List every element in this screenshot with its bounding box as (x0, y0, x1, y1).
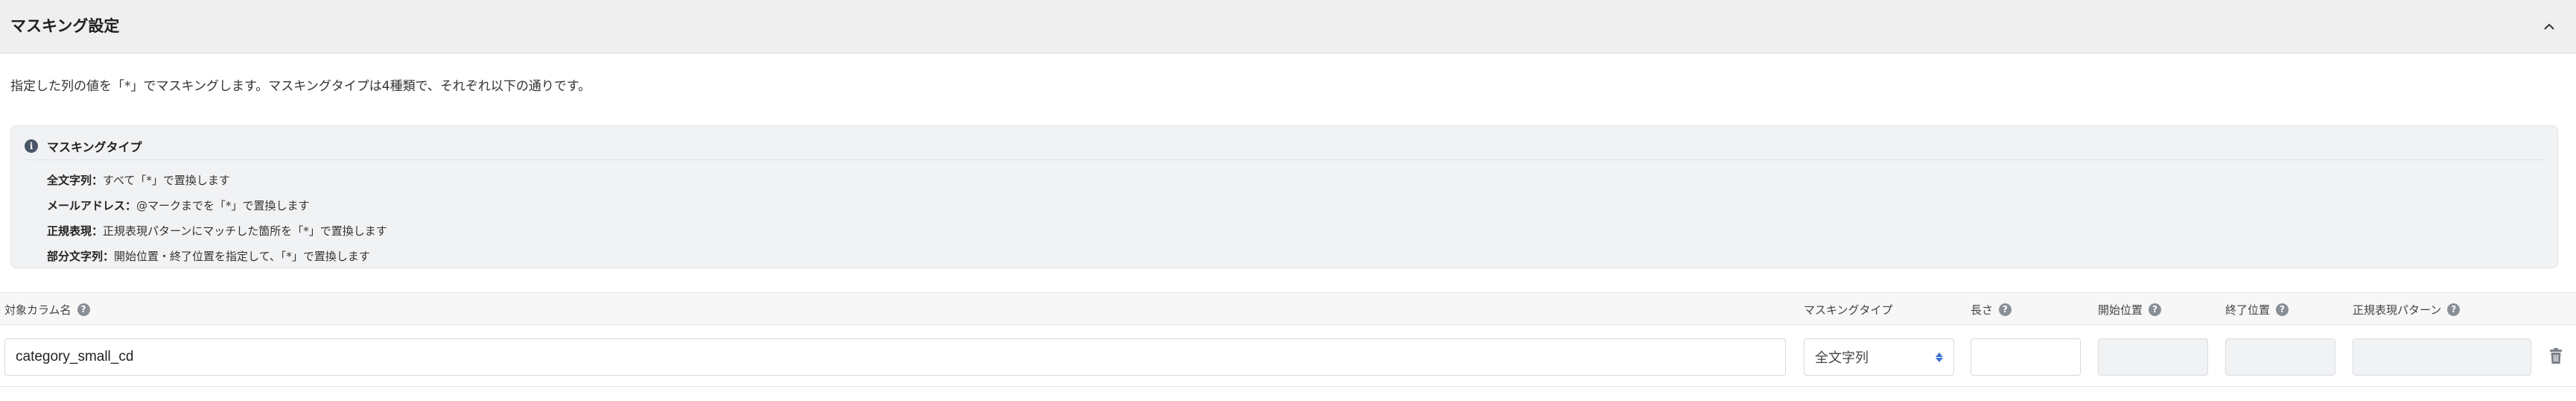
panel-header: マスキング設定 (0, 0, 2576, 54)
header-column-name-label: 対象カラム名 (4, 303, 71, 317)
description-text: 指定した列の値を「*」でマスキングします。マスキングタイプは4種類で、それぞれ以… (10, 79, 591, 94)
masking-type-desc: 正規表現パターンにマッチした箇所を「*」で置換します (103, 224, 387, 238)
header-regex-label: 正規表現パターン (2353, 303, 2442, 317)
header-end: 終了位置 ? (2225, 293, 2289, 326)
masking-type-term: 部分文字列： (47, 250, 115, 263)
help-icon[interactable]: ? (2149, 303, 2162, 316)
mask-type-select[interactable]: 全文字列 (1804, 338, 1954, 376)
chevron-up-icon (2544, 23, 2554, 30)
header-length: 長さ ? (1971, 293, 2012, 326)
length-field[interactable] (1971, 338, 2081, 376)
help-icon[interactable]: ? (77, 303, 90, 316)
end-position-input (2226, 339, 2335, 375)
masking-type-list: 全文字列：すべて「*」で置換します メールアドレス：@マークまでを「*」で置換し… (47, 168, 387, 269)
table-row: 全文字列 (0, 326, 2576, 387)
panel-title: マスキング設定 (10, 17, 120, 35)
masking-type-item: 部分文字列：開始位置・終了位置を指定して、「*」で置換します (47, 244, 387, 269)
delete-row-button[interactable] (2549, 348, 2566, 366)
regex-pattern-field (2353, 338, 2531, 376)
help-icon[interactable]: ? (1999, 303, 2012, 316)
masking-type-item: 正規表現：正規表現パターンにマッチした箇所を「*」で置換します (47, 218, 387, 244)
column-name-input[interactable] (5, 339, 1785, 375)
start-position-input (2099, 339, 2207, 375)
collapse-button[interactable] (2537, 15, 2561, 39)
masking-type-desc: 開始位置・終了位置を指定して、「*」で置換します (114, 250, 370, 263)
length-input[interactable] (1971, 339, 2080, 375)
start-position-field (2098, 338, 2208, 376)
header-length-label: 長さ (1971, 303, 1994, 317)
header-mask-type: マスキングタイプ (1804, 293, 1893, 326)
header-mask-type-label: マスキングタイプ (1804, 303, 1893, 317)
header-regex: 正規表現パターン ? (2353, 293, 2461, 326)
masking-type-desc: @マークまでを「*」で置換します (136, 199, 310, 212)
masking-type-desc: すべて「*」で置換します (103, 174, 230, 187)
masking-type-term: メールアドレス： (47, 199, 137, 212)
column-name-field[interactable] (4, 338, 1786, 376)
header-start-label: 開始位置 (2098, 303, 2143, 317)
help-icon[interactable]: ? (2447, 303, 2461, 316)
trash-icon (2550, 348, 2562, 364)
regex-pattern-input (2353, 339, 2531, 375)
select-arrows-icon (1936, 352, 1943, 362)
info-box-title: マスキングタイプ (47, 139, 142, 154)
masking-type-item: メールアドレス：@マークまでを「*」で置換します (47, 193, 387, 218)
mask-type-selected-value: 全文字列 (1815, 350, 1869, 366)
header-start: 開始位置 ? (2098, 293, 2162, 326)
table-header: 対象カラム名 ? マスキングタイプ 長さ ? 開始位置 ? 終了位置 ? 正規表… (0, 292, 2576, 325)
masking-type-item: 全文字列：すべて「*」で置換します (47, 168, 387, 193)
info-icon: i (25, 139, 38, 153)
masking-type-term: 全文字列： (47, 174, 104, 187)
header-end-label: 終了位置 (2225, 303, 2271, 317)
help-icon[interactable]: ? (2276, 303, 2289, 316)
end-position-field (2225, 338, 2335, 376)
header-column-name: 対象カラム名 ? (4, 293, 90, 326)
info-box-header: i マスキングタイプ (25, 132, 2544, 160)
masking-type-info-box: i マスキングタイプ 全文字列：すべて「*」で置換します メールアドレス：@マー… (10, 125, 2558, 268)
masking-type-term: 正規表現： (47, 224, 104, 238)
